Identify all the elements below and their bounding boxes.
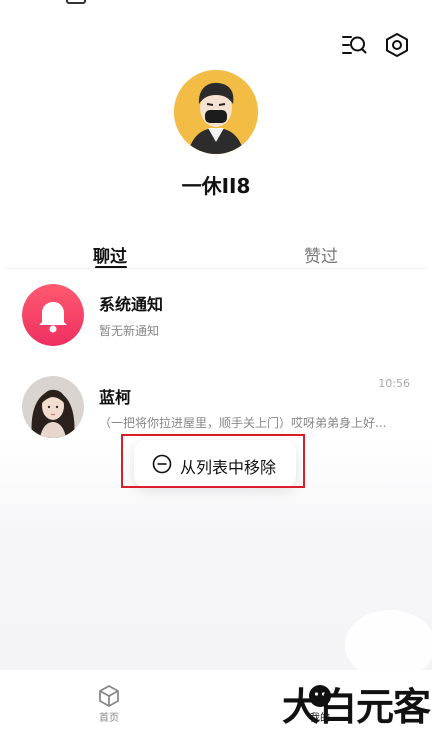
profile-avatar[interactable]: [174, 70, 258, 154]
chat-time: 10:56: [378, 377, 410, 390]
status-bar-icon: [66, 0, 86, 4]
overlay-glow: [345, 610, 432, 680]
watermark: 大白元客: [282, 685, 431, 729]
username: 一休II8: [181, 174, 251, 198]
nav-home-label: 首页: [99, 713, 119, 724]
bell-icon: [22, 284, 84, 346]
chat-title: 蓝柯: [99, 388, 132, 407]
minus-circle-icon: [152, 454, 172, 474]
tab-divider: [6, 268, 426, 269]
context-menu: 从列表中移除: [134, 440, 296, 488]
remove-from-list-button[interactable]: 从列表中移除: [180, 454, 276, 478]
tab-liked[interactable]: 赞过: [304, 242, 338, 267]
nav-home[interactable]: 首页: [79, 684, 139, 724]
user-avatar: [22, 376, 84, 438]
chat-subtitle: 暂无新通知: [99, 324, 160, 338]
user-photo: [22, 376, 84, 438]
search-list-icon[interactable]: [341, 32, 367, 58]
tab-chatted[interactable]: 聊过: [93, 242, 127, 267]
chat-title: 系统通知: [99, 295, 164, 314]
avatar-illustration: [174, 70, 258, 154]
bell-avatar: [22, 284, 84, 346]
chat-item-system[interactable]: 系统通知 暂无新通知: [0, 280, 432, 360]
cube-icon: [79, 684, 139, 708]
chat-subtitle: （一把将你拉进屋里，顺手关上门）哎呀弟弟身上好...: [99, 416, 387, 430]
settings-icon[interactable]: [384, 32, 410, 58]
